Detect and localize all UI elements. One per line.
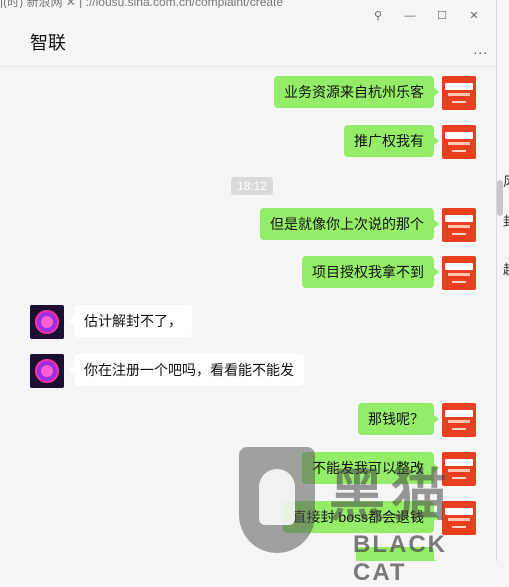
message-bubble-outgoing[interactable]: 但是就像你上次说的那个 [260,208,439,240]
message-bubble-outgoing[interactable]: 推广权我有 [344,125,439,157]
close-button[interactable]: ✕ [458,7,490,25]
message-bubble-outgoing[interactable]: 不能发我可以整改 [302,452,439,484]
avatar[interactable] [442,125,476,159]
avatar[interactable] [442,208,476,242]
maximize-button[interactable]: ☐ [426,7,458,25]
pin-icon[interactable]: ⚲ [362,7,394,25]
window-controls: ⚲ — ☐ ✕ [362,7,490,25]
minimize-button[interactable]: — [394,7,426,25]
message-bubble-incoming[interactable]: 估计解封不了， [69,305,192,337]
avatar[interactable] [30,305,64,339]
avatar[interactable] [442,403,476,437]
background-window-edge: 风 封 赳 [503,170,509,282]
avatar[interactable] [30,354,64,388]
avatar[interactable] [442,452,476,486]
message-bubble-outgoing[interactable]: 项目授权我拿不到 [302,256,439,288]
message-bubble-outgoing[interactable]: 那钱呢？ [358,403,439,435]
more-options-button[interactable]: ... [473,41,488,57]
chat-window: |(时) 新浪网 ✕ | ://iousu.sina.com.cn/compla… [0,0,497,561]
timestamp: 18:12 [231,177,274,195]
message-bubble-outgoing[interactable]: 业务资源来自杭州乐客 [274,76,439,108]
message-list: 业务资源来自杭州乐客 推广权我有 18:12 但是就像你上次说的那个 项目授权我… [0,67,496,561]
avatar[interactable] [442,501,476,535]
message-bubble-incoming[interactable]: 你在注册一个吧吗，看看能不能发 [69,354,304,386]
chat-title: 智联 [30,33,66,53]
message-bubble-outgoing[interactable]: 直接封 boss都会退钱 [282,501,440,533]
avatar[interactable] [442,256,476,290]
title-bar: |(时) 新浪网 ✕ | ://iousu.sina.com.cn/compla… [0,0,496,67]
message-bubble-outgoing[interactable] [356,547,439,561]
avatar[interactable] [442,76,476,110]
